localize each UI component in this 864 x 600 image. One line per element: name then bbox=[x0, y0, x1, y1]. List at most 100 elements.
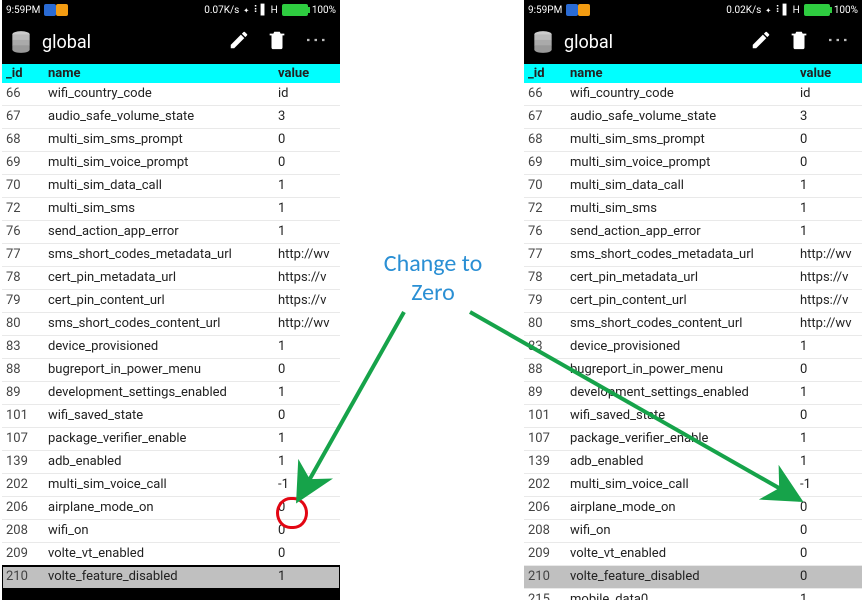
table-row[interactable]: 210volte_feature_disabled0 bbox=[524, 566, 862, 589]
table-row[interactable]: 72multi_sim_sms1 bbox=[2, 198, 340, 221]
table-row[interactable]: 66wifi_country_codeid bbox=[2, 83, 340, 106]
edit-button[interactable] bbox=[220, 29, 258, 55]
cell-id: 76 bbox=[2, 221, 44, 243]
table-row[interactable]: 70multi_sim_data_call1 bbox=[524, 175, 862, 198]
cell-value: 1 bbox=[796, 221, 862, 243]
table-row[interactable]: 80sms_short_codes_content_urlhttp://wv bbox=[524, 313, 862, 336]
delete-button[interactable] bbox=[258, 29, 296, 55]
cell-id: 69 bbox=[524, 152, 566, 174]
signal-icon: ⠇▋ bbox=[253, 5, 266, 16]
cell-value: 0 bbox=[274, 152, 340, 174]
table-row[interactable]: 209volte_vt_enabled0 bbox=[524, 543, 862, 566]
table-row[interactable]: 77sms_short_codes_metadata_urlhttp://wv bbox=[2, 244, 340, 267]
table-row[interactable]: 88bugreport_in_power_menu0 bbox=[2, 359, 340, 382]
table-body: 66wifi_country_codeid67audio_safe_volume… bbox=[2, 83, 340, 600]
table-row[interactable]: 89development_settings_enabled1 bbox=[2, 382, 340, 405]
cell-value: 0 bbox=[796, 543, 862, 565]
status-net-type: H bbox=[271, 5, 278, 16]
table-row[interactable]: 107package_verifier_enable1 bbox=[2, 428, 340, 451]
cell-name: multi_sim_data_call bbox=[44, 175, 274, 197]
cell-id: 210 bbox=[2, 566, 44, 588]
table-row[interactable]: 68multi_sim_sms_prompt0 bbox=[524, 129, 862, 152]
delete-button[interactable] bbox=[780, 29, 818, 55]
table-row[interactable]: 208wifi_on0 bbox=[2, 520, 340, 543]
edit-button[interactable] bbox=[742, 29, 780, 55]
toolbar: global ⋮ bbox=[524, 20, 862, 64]
toolbar: global ⋮ bbox=[2, 20, 340, 64]
table-row[interactable]: 72multi_sim_sms1 bbox=[524, 198, 862, 221]
table-row[interactable]: 76send_action_app_error1 bbox=[2, 221, 340, 244]
table-row[interactable]: 101wifi_saved_state0 bbox=[524, 405, 862, 428]
table-row[interactable]: 202multi_sim_voice_call-1 bbox=[524, 474, 862, 497]
table-row[interactable]: 78cert_pin_metadata_urlhttps://v bbox=[524, 267, 862, 290]
cell-id: 89 bbox=[524, 382, 566, 404]
cell-name: audio_safe_volume_state bbox=[566, 106, 796, 128]
cell-id: 101 bbox=[2, 405, 44, 427]
cell-id: 80 bbox=[524, 313, 566, 335]
cell-name: wifi_saved_state bbox=[566, 405, 796, 427]
table-row[interactable]: 83device_provisioned1 bbox=[2, 336, 340, 359]
cell-value: id bbox=[796, 83, 862, 105]
table-row[interactable]: 67audio_safe_volume_state3 bbox=[524, 106, 862, 129]
cell-name: multi_sim_voice_prompt bbox=[44, 152, 274, 174]
table-row[interactable]: 70multi_sim_data_call1 bbox=[2, 175, 340, 198]
table-row[interactable]: 210volte_feature_disabled1 bbox=[2, 566, 340, 589]
table-row[interactable]: 83device_provisioned1 bbox=[524, 336, 862, 359]
cell-id: 72 bbox=[524, 198, 566, 220]
table-row[interactable]: 69multi_sim_voice_prompt0 bbox=[524, 152, 862, 175]
table-row[interactable]: 107package_verifier_enable1 bbox=[524, 428, 862, 451]
table-row[interactable]: 67audio_safe_volume_state3 bbox=[2, 106, 340, 129]
table-row[interactable]: 79cert_pin_content_urlhttps://v bbox=[2, 290, 340, 313]
cell-value: 3 bbox=[274, 106, 340, 128]
table-row[interactable]: 76send_action_app_error1 bbox=[524, 221, 862, 244]
table-row[interactable]: 208wifi_on0 bbox=[524, 520, 862, 543]
cell-value: http://wv bbox=[796, 244, 862, 266]
cell-name: send_action_app_error bbox=[566, 221, 796, 243]
cell-name: volte_vt_enabled bbox=[44, 543, 274, 565]
cell-id: 77 bbox=[524, 244, 566, 266]
more-vert-icon: ⋮ bbox=[304, 29, 326, 51]
table-row[interactable]: 66wifi_country_codeid bbox=[524, 83, 862, 106]
cell-value: 0 bbox=[796, 129, 862, 151]
cell-id: 215 bbox=[524, 589, 566, 600]
notif-icon bbox=[44, 4, 56, 16]
table-row[interactable]: 101wifi_saved_state0 bbox=[2, 405, 340, 428]
overflow-menu-button[interactable]: ⋮ bbox=[818, 29, 856, 55]
cell-name: bugreport_in_power_menu bbox=[566, 359, 796, 381]
status-battery: 100% bbox=[834, 5, 858, 16]
cell-name: multi_sim_sms_prompt bbox=[44, 129, 274, 151]
cell-name: mobile_data0 bbox=[44, 589, 274, 600]
table-row[interactable]: 77sms_short_codes_metadata_urlhttp://wv bbox=[524, 244, 862, 267]
table-row[interactable]: 89development_settings_enabled1 bbox=[524, 382, 862, 405]
signal-icon: ⠇▋ bbox=[775, 5, 788, 16]
col-name: name bbox=[566, 64, 796, 83]
table-row[interactable]: 215mobile_data01 bbox=[524, 589, 862, 600]
battery-icon bbox=[282, 4, 308, 16]
table-row[interactable]: 68multi_sim_sms_prompt0 bbox=[2, 129, 340, 152]
table-row[interactable]: 206airplane_mode_on0 bbox=[524, 497, 862, 520]
table-row[interactable]: 209volte_vt_enabled0 bbox=[2, 543, 340, 566]
cell-name: adb_enabled bbox=[44, 451, 274, 473]
table-row[interactable]: 80sms_short_codes_content_urlhttp://wv bbox=[2, 313, 340, 336]
table-row[interactable]: 215mobile_data01 bbox=[2, 589, 340, 600]
table-row[interactable]: 69multi_sim_voice_prompt0 bbox=[2, 152, 340, 175]
col-id: _id bbox=[524, 64, 566, 83]
table-header: _id name value bbox=[524, 64, 862, 83]
overflow-menu-button[interactable]: ⋮ bbox=[296, 29, 334, 55]
table-row[interactable]: 79cert_pin_content_urlhttps://v bbox=[524, 290, 862, 313]
cell-id: 67 bbox=[2, 106, 44, 128]
cell-value: 1 bbox=[274, 175, 340, 197]
table-row[interactable]: 78cert_pin_metadata_urlhttps://v bbox=[2, 267, 340, 290]
cell-id: 202 bbox=[524, 474, 566, 496]
table-row[interactable]: 88bugreport_in_power_menu0 bbox=[524, 359, 862, 382]
cell-name: wifi_on bbox=[566, 520, 796, 542]
table-row[interactable]: 139adb_enabled1 bbox=[2, 451, 340, 474]
cell-id: 69 bbox=[2, 152, 44, 174]
table-row[interactable]: 139adb_enabled1 bbox=[524, 451, 862, 474]
cell-id: 215 bbox=[2, 589, 44, 600]
cell-value: -1 bbox=[796, 474, 862, 496]
status-time: 9:59PM bbox=[528, 5, 562, 16]
table-row[interactable]: 206airplane_mode_on0 bbox=[2, 497, 340, 520]
table-row[interactable]: 202multi_sim_voice_call-1 bbox=[2, 474, 340, 497]
cell-id: 79 bbox=[2, 290, 44, 312]
